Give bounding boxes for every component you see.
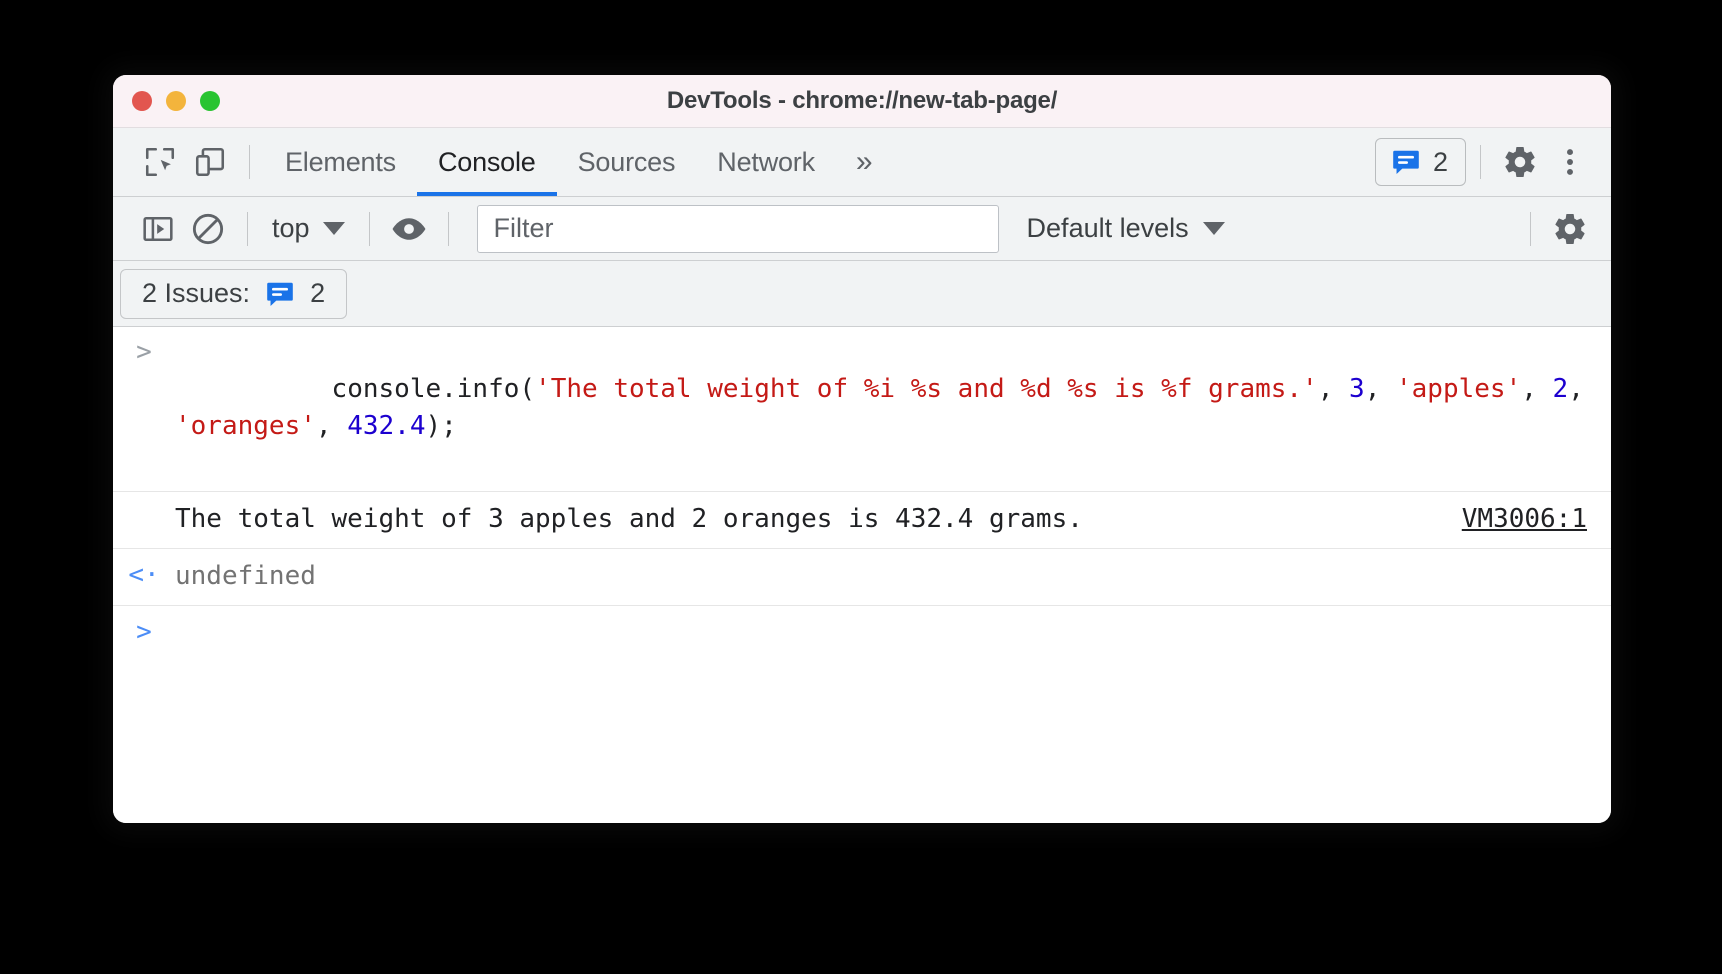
tab-elements[interactable]: Elements bbox=[264, 129, 417, 196]
live-expression-eye-icon bbox=[390, 210, 428, 248]
window-title: DevTools - chrome://new-tab-page/ bbox=[666, 87, 1058, 114]
issues-bar: 2 Issues: 2 bbox=[113, 261, 1611, 327]
tab-elements-label: Elements bbox=[285, 146, 396, 177]
issues-bar-label: 2 Issues: bbox=[142, 278, 251, 308]
execution-context-selector[interactable]: top bbox=[262, 213, 355, 244]
devtools-main-menu-button[interactable] bbox=[1545, 138, 1595, 186]
minimize-window-button[interactable] bbox=[166, 91, 186, 111]
code-token: , bbox=[1317, 374, 1350, 404]
window-title-bar: DevTools - chrome://new-tab-page/ bbox=[113, 75, 1611, 128]
clear-console-icon bbox=[190, 211, 226, 247]
issues-badge-count: 2 bbox=[1432, 146, 1448, 177]
code-token: , bbox=[315, 411, 348, 441]
tab-network-label: Network bbox=[717, 146, 815, 177]
inspect-element-button[interactable] bbox=[135, 138, 185, 186]
tab-network[interactable]: Network bbox=[696, 129, 836, 196]
chevron-double-right-icon: » bbox=[855, 145, 873, 178]
toolbar-divider-2 bbox=[368, 211, 370, 246]
devtools-window: DevTools - chrome://new-tab-page/ Elemen… bbox=[113, 75, 1611, 823]
console-input-row[interactable]: > console.info('The total weight of %i %… bbox=[113, 327, 1611, 492]
issues-message-icon bbox=[264, 278, 296, 310]
inspect-element-icon bbox=[143, 145, 177, 179]
console-filter-toolbar: top Filter Default levels bbox=[113, 197, 1611, 261]
code-token: , bbox=[1521, 374, 1553, 404]
console-settings-button[interactable] bbox=[1545, 205, 1595, 253]
console-settings-gear-icon bbox=[1552, 211, 1588, 247]
device-toolbar-icon bbox=[193, 145, 227, 179]
maximize-window-button[interactable] bbox=[200, 91, 220, 111]
console-source-link[interactable]: VM3006:1 bbox=[1462, 500, 1611, 538]
code-token: 'apples' bbox=[1396, 374, 1522, 404]
issues-message-icon bbox=[1390, 146, 1422, 178]
console-sidebar-icon bbox=[141, 212, 175, 246]
devtools-tab-strip: Elements Console Sources Network » 2 bbox=[113, 128, 1611, 197]
code-token: , bbox=[1568, 374, 1600, 404]
issues-badge-button[interactable]: 2 bbox=[1374, 138, 1466, 186]
console-result-arrow-icon: <· bbox=[128, 560, 160, 590]
console-input-expression: console.info('The total weight of %i %s … bbox=[175, 334, 1611, 482]
tab-sources-label: Sources bbox=[577, 146, 676, 177]
console-result-value: undefined bbox=[175, 561, 316, 591]
code-token: 'The total weight of %i %s and %d %s is … bbox=[535, 374, 1318, 404]
console-log-text: The total weight of 3 apples and 2 orang… bbox=[175, 504, 1083, 534]
clear-console-button[interactable] bbox=[183, 205, 233, 253]
toolbar-divider-4 bbox=[1530, 211, 1531, 246]
tab-sources[interactable]: Sources bbox=[557, 129, 697, 196]
console-log-row[interactable]: The total weight of 3 apples and 2 orang… bbox=[113, 492, 1611, 549]
tab-console[interactable]: Console bbox=[417, 129, 557, 196]
console-message-list[interactable]: > console.info('The total weight of %i %… bbox=[113, 327, 1611, 823]
live-expression-button[interactable] bbox=[384, 205, 434, 253]
console-filter-input[interactable]: Filter bbox=[476, 204, 999, 253]
chevron-down-icon bbox=[1202, 222, 1225, 235]
code-token: 3 bbox=[1349, 374, 1365, 404]
console-filter-placeholder: Filter bbox=[493, 213, 554, 243]
console-prompt-icon: > bbox=[136, 617, 152, 647]
issues-bar-button[interactable]: 2 Issues: 2 bbox=[120, 268, 348, 319]
screen-background: DevTools - chrome://new-tab-page/ Elemen… bbox=[0, 0, 1722, 974]
code-token: 'oranges' bbox=[175, 411, 316, 441]
console-sidebar-toggle-button[interactable] bbox=[133, 205, 183, 253]
console-input-prompt-icon: > bbox=[136, 337, 152, 367]
chevron-down-icon bbox=[322, 222, 345, 235]
tabstrip-divider bbox=[249, 145, 250, 179]
code-token: , bbox=[1364, 374, 1396, 404]
toolbar-divider-1 bbox=[247, 211, 248, 246]
log-level-label: Default levels bbox=[1026, 213, 1189, 243]
gear-icon bbox=[1502, 144, 1538, 180]
console-result-row[interactable]: <· undefined bbox=[113, 549, 1611, 606]
log-level-selector[interactable]: Default levels bbox=[1027, 213, 1225, 244]
code-token: 2 bbox=[1552, 374, 1569, 404]
tabstrip-divider-right bbox=[1480, 145, 1481, 179]
execution-context-label: top bbox=[272, 213, 310, 243]
issues-bar-count: 2 bbox=[310, 278, 326, 308]
close-window-button[interactable] bbox=[132, 91, 152, 111]
kebab-menu-icon bbox=[1553, 145, 1587, 179]
toggle-device-toolbar-button[interactable] bbox=[185, 138, 235, 186]
code-token: ); bbox=[425, 411, 457, 441]
traffic-light-buttons bbox=[113, 91, 220, 111]
code-token: console.info( bbox=[331, 374, 536, 404]
tab-console-label: Console bbox=[437, 146, 536, 177]
toolbar-divider-3 bbox=[447, 211, 449, 246]
devtools-settings-button[interactable] bbox=[1495, 138, 1545, 186]
code-token: 432.4 bbox=[347, 411, 426, 441]
more-tabs-button[interactable]: » bbox=[836, 147, 893, 177]
console-prompt-row[interactable]: > bbox=[113, 606, 1611, 659]
